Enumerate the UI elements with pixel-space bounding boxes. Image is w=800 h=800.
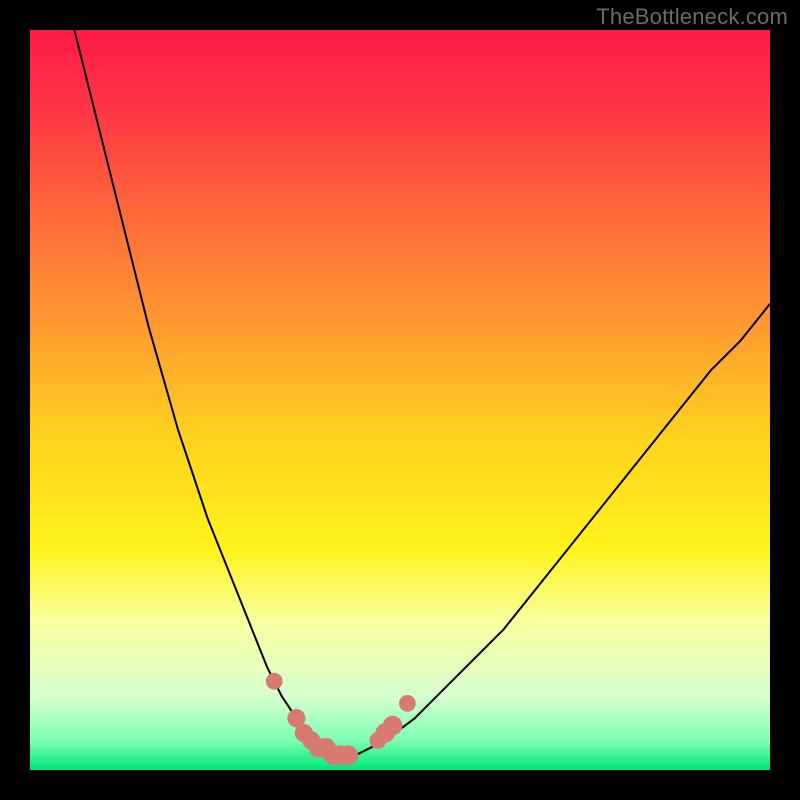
curve-marker [399,695,416,712]
chart-svg [30,30,770,770]
curve-marker [338,745,358,765]
plot-area [30,30,770,770]
chart-frame: TheBottleneck.com [0,0,800,800]
curve-marker [383,716,403,736]
gradient-background [30,30,770,770]
curve-marker [266,673,283,690]
watermark-text: TheBottleneck.com [596,4,788,30]
